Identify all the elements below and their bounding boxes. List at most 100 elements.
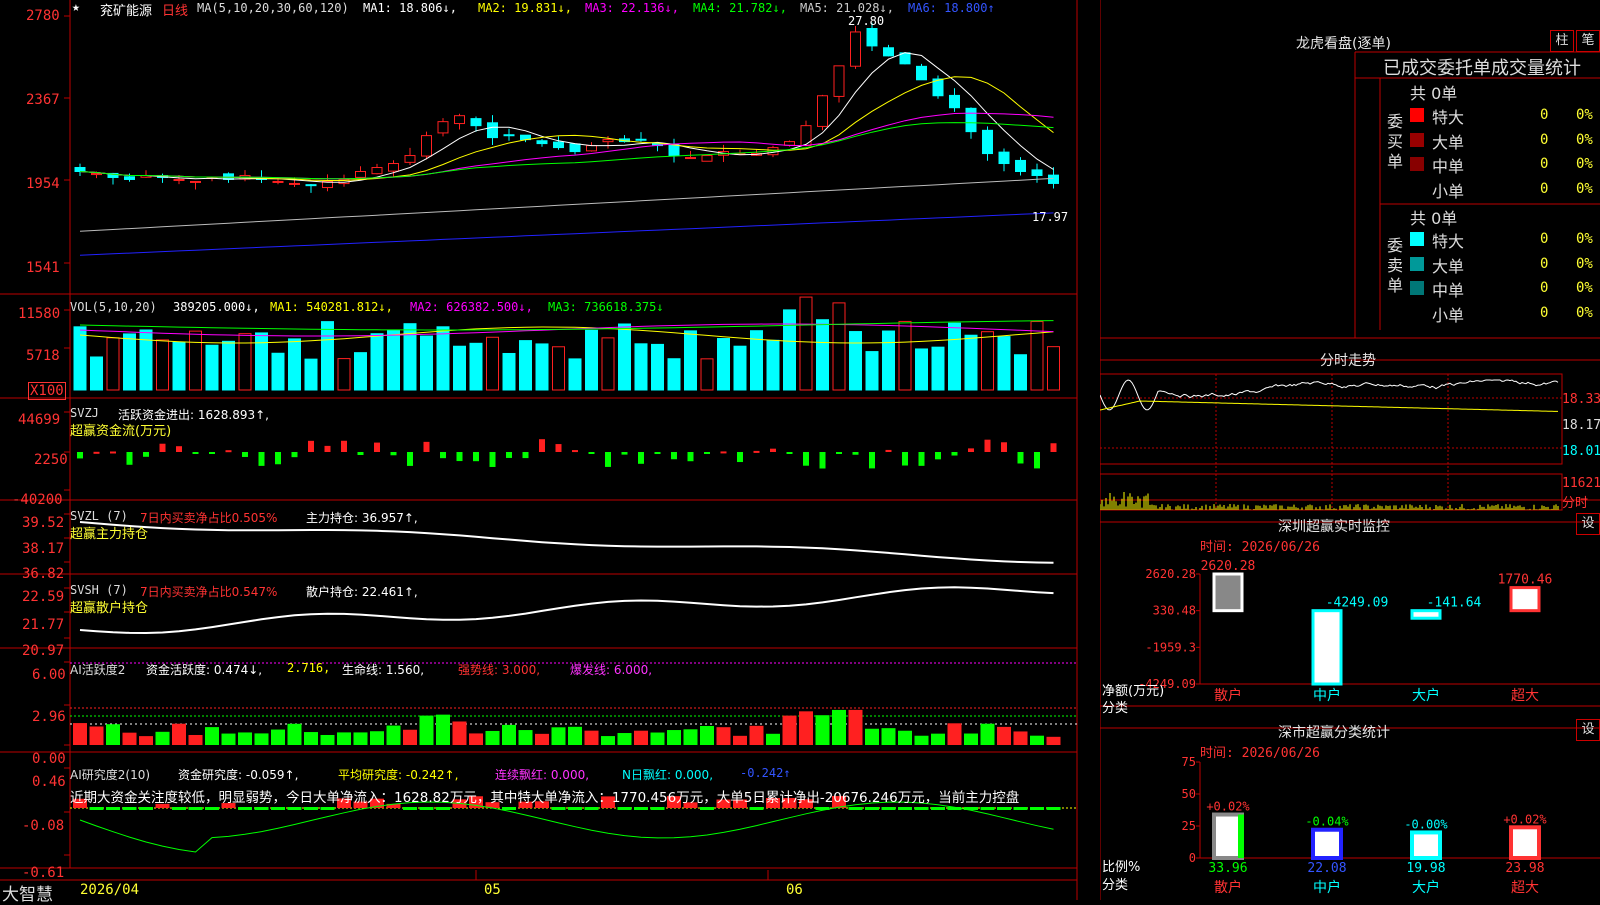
ai1-bar — [337, 732, 351, 745]
svzj-bar — [753, 450, 760, 453]
ai1-bar — [155, 731, 170, 745]
ai2-text4: N日飘红: 0.000, — [622, 768, 714, 782]
ai2-bar — [931, 807, 945, 810]
svzl-text3: 超赢主力持仓 — [70, 527, 149, 542]
ai1-text1: 资金活跃度: 0.474↓, — [146, 663, 263, 677]
classify-xlabel: 分类 — [1102, 878, 1129, 893]
candle-body — [586, 145, 597, 152]
bar-view-button[interactable]: 柱 — [1550, 30, 1574, 52]
buy-row-label: 大单 — [1432, 132, 1465, 152]
svzj-bar — [159, 443, 166, 452]
svzl-label: SVZL (7) — [70, 509, 128, 523]
ai2-text2: 平均研究度: -0.242↑, — [338, 768, 459, 782]
svzj-bar — [456, 452, 463, 462]
ai2-bar — [898, 807, 912, 810]
price-tick-2: 1954 — [26, 176, 60, 192]
svzj-bar — [704, 452, 710, 454]
ai1-bar — [205, 727, 219, 745]
ai2-bar — [205, 807, 219, 810]
svzj-bar — [374, 442, 380, 452]
monitor-tick-label: 2620.28 — [1145, 567, 1196, 581]
monitor-category-label: 中户 — [1313, 687, 1341, 704]
stock-name[interactable]: 兖矿能源 — [100, 0, 152, 19]
svzj-bar — [93, 451, 100, 454]
ai2-bar — [865, 807, 879, 810]
ai2-bar — [403, 807, 417, 810]
ai2-tick-1: -0.08 — [22, 818, 65, 834]
ma-params: MA(5,10,20,30,60,120) — [197, 1, 349, 15]
buy-color-swatch — [1410, 108, 1424, 122]
ma4-value: MA4: 21.782↓, — [693, 1, 787, 15]
monitor-settings-button[interactable]: 设 — [1576, 513, 1600, 535]
candle-body — [454, 115, 465, 125]
ma6-value: MA6: 18.800↑ — [908, 1, 995, 15]
candle-body — [982, 129, 993, 155]
sell-color-swatch — [1410, 232, 1424, 246]
volume-bar — [238, 333, 252, 391]
volume-bar — [90, 356, 103, 391]
dragon-subtitle: 已成交委托单成交量统计 — [1383, 58, 1581, 79]
volume-bar — [453, 345, 466, 391]
buy-row-value: 0 — [1540, 131, 1549, 148]
ai1-bar — [551, 727, 566, 745]
classify-bar — [1311, 827, 1343, 861]
classify-settings-button[interactable]: 设 — [1576, 719, 1600, 741]
candle-body — [1015, 159, 1026, 172]
volume-bar — [288, 338, 301, 391]
volume-bar — [601, 337, 615, 391]
volume-bar — [865, 351, 879, 391]
svzj-bar — [242, 452, 248, 457]
svzl-text1: 7日内买卖净占比0.505% — [140, 511, 278, 525]
ai1-text2: 2.716, — [287, 661, 331, 675]
ai1-bar — [535, 733, 549, 745]
svzl-tick-0: 39.52 — [22, 515, 65, 531]
classify-bar — [1212, 812, 1244, 860]
candle-body — [355, 170, 366, 178]
svzj-bar — [423, 441, 430, 452]
ma2-line — [79, 76, 1054, 181]
classify-bar — [1509, 825, 1541, 861]
volume-bar — [337, 358, 351, 391]
ai1-bar — [584, 730, 599, 745]
classify-tick-label: 25 — [1182, 819, 1196, 833]
brand-logo[interactable]: 大智慧 — [2, 880, 53, 905]
candle-body — [289, 182, 300, 185]
tick-view-button[interactable]: 笔 — [1576, 30, 1600, 52]
ai1-bar — [568, 726, 582, 745]
svzj-bar — [852, 452, 859, 455]
ai1-bar — [238, 732, 252, 745]
ai1-bar — [749, 725, 764, 745]
ai1-bar — [848, 709, 863, 745]
ai1-bar — [617, 733, 632, 745]
volume-bar — [783, 309, 796, 391]
monitor-bar — [1212, 572, 1244, 613]
buy-side-label: 委买单 — [1386, 112, 1403, 171]
period-label[interactable]: 日线 — [162, 0, 188, 19]
ai1-tick-2: 0.00 — [32, 751, 66, 767]
volume-bar — [816, 319, 829, 391]
ai1-bar — [733, 735, 747, 745]
ai1-bar — [518, 730, 533, 745]
kline-chart-svg[interactable] — [0, 0, 1100, 900]
sell-row-value: 0 — [1540, 255, 1549, 272]
svzj-bar — [786, 452, 793, 454]
ai1-bar — [898, 730, 912, 745]
sell-row-value: 0 — [1540, 280, 1549, 296]
vol-value: 389205.000↓, — [173, 300, 260, 314]
volume-bar — [189, 330, 202, 391]
ai1-bar — [1030, 735, 1044, 745]
svzj-bar — [737, 452, 743, 463]
main-chart-area[interactable]: ★ 兖矿能源 日线 MA(5,10,20,30,60,120) MA1: 18.… — [0, 0, 1100, 905]
classify-bar — [1410, 830, 1442, 860]
ai2-bar — [848, 807, 863, 810]
volume-bar — [964, 334, 978, 391]
volume-bar — [354, 352, 367, 391]
vol-unit-button[interactable]: X100 — [28, 382, 66, 400]
sell-row-value: 0 — [1540, 304, 1549, 321]
date-label-2: 06 — [786, 882, 803, 898]
candle-body — [91, 172, 102, 176]
candle-body — [850, 31, 861, 67]
volume-bar — [651, 343, 664, 391]
classify-value-label: 22.08 — [1307, 861, 1346, 876]
svzj-bar — [1050, 443, 1057, 452]
